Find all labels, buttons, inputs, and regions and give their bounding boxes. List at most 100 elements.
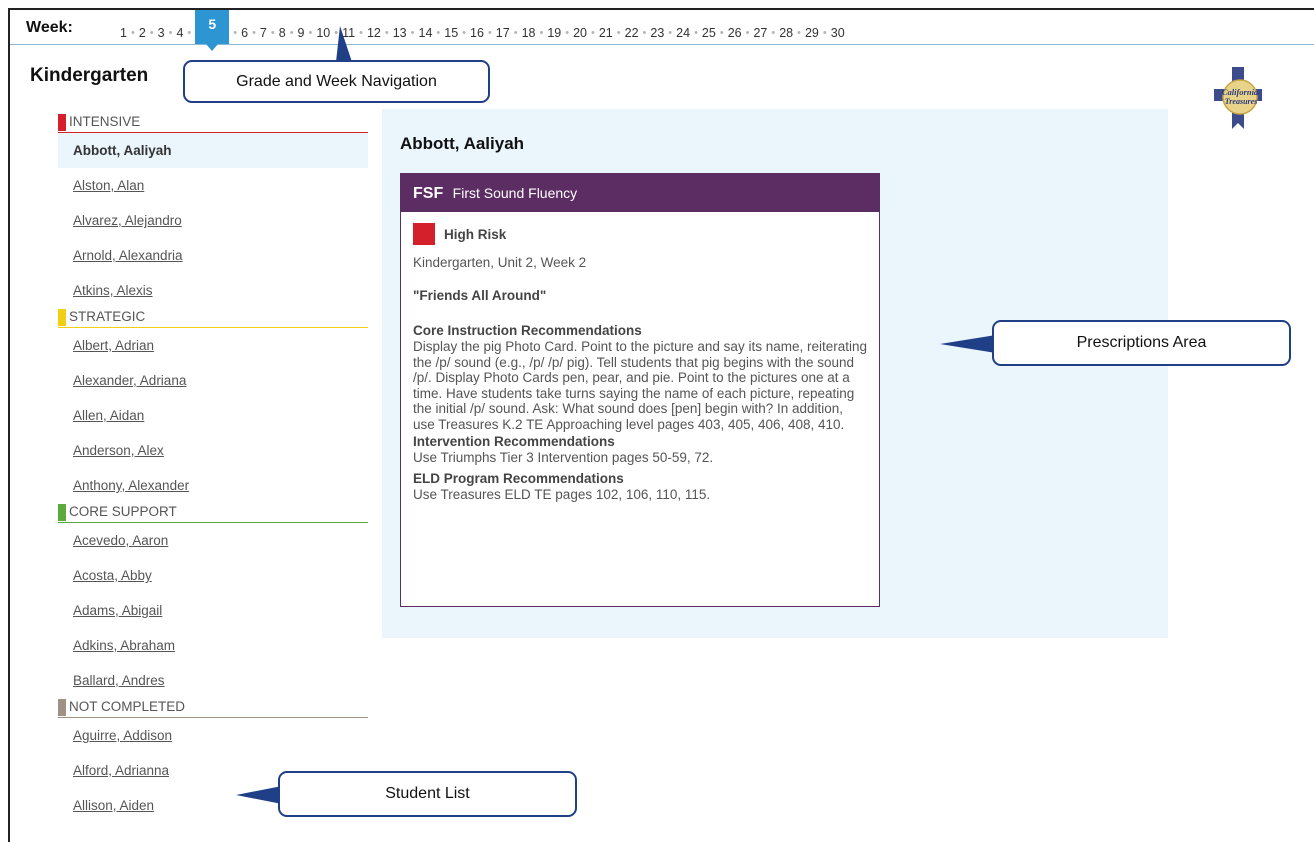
unit-week: Kindergarten, Unit 2, Week 2 <box>413 255 587 270</box>
week-list: 1 • 2 • 3 • 4 • 5 • 6 • 7 • 8 • 9 • 10 • 11 • 12 • 13 • 14 • 15 • 16 • 1… <box>120 10 845 51</box>
week-separator: • <box>187 26 192 39</box>
week-separator: • <box>513 26 518 39</box>
week-9[interactable]: 9 <box>298 26 305 40</box>
week-27[interactable]: 27 <box>753 26 767 40</box>
week-16[interactable]: 16 <box>470 26 484 40</box>
intervention-title: Intervention Recommendations <box>413 433 615 449</box>
group-rule <box>58 522 368 523</box>
student-list-item[interactable]: Ballard, Andres <box>58 663 368 698</box>
callout-student-list: Student List <box>278 771 577 817</box>
student-list-item[interactable]: Allen, Aidan <box>58 398 368 433</box>
week-25[interactable]: 25 <box>702 26 716 40</box>
week-19[interactable]: 19 <box>547 26 561 40</box>
student-list-item[interactable]: Alvarez, Alejandro <box>58 203 368 238</box>
risk-row: High Risk <box>413 223 867 245</box>
week-separator: • <box>130 26 135 39</box>
eld-title: ELD Program Recommendations <box>413 471 624 487</box>
student-list-item[interactable]: Aguirre, Addison <box>58 718 368 753</box>
student-list-item[interactable]: Arnold, Alexandria <box>58 238 368 273</box>
student-list-item[interactable]: Acevedo, Aaron <box>58 523 368 558</box>
week-separator: • <box>539 26 544 39</box>
week-separator: • <box>233 26 238 39</box>
prescription-card-header: FSF First Sound Fluency <box>401 174 879 212</box>
student-list: INTENSIVE Abbott, Aaliyah Alston, Alan Alva… <box>58 113 368 823</box>
student-list-item[interactable]: Adams, Abigail <box>58 593 368 628</box>
week-separator: • <box>270 26 275 39</box>
eld-text: Use Treasures ELD TE pages 102, 106, 110… <box>413 487 711 503</box>
group-color-swatch <box>58 114 66 131</box>
core-instruction-title: Core Instruction Recommendations <box>413 323 642 338</box>
student-list-item[interactable]: Alston, Alan <box>58 168 368 203</box>
week-separator: • <box>487 26 492 39</box>
week-22[interactable]: 22 <box>625 26 639 40</box>
week-23[interactable]: 23 <box>650 26 664 40</box>
week-14[interactable]: 14 <box>419 26 433 40</box>
group-color-swatch <box>58 504 66 521</box>
student-list-item[interactable]: Adkins, Abraham <box>58 628 368 663</box>
student-list-item[interactable]: Atkins, Alexis <box>58 273 368 308</box>
logo-line1: California <box>1222 87 1259 97</box>
week-5[interactable]: 5 <box>195 10 230 51</box>
week-separator: • <box>771 26 776 39</box>
story-title: "Friends All Around" <box>413 288 547 303</box>
week-1[interactable]: 1 <box>120 26 127 40</box>
student-list-item[interactable]: Anthony, Alexander <box>58 468 368 503</box>
week-separator: • <box>462 26 467 39</box>
week-separator: • <box>745 26 750 39</box>
week-21[interactable]: 21 <box>599 26 613 40</box>
student-list-item[interactable]: Abbott, Aaliyah <box>58 133 368 168</box>
student-list-item[interactable]: Anderson, Alex <box>58 433 368 468</box>
logo-line2: Treasures <box>1225 97 1258 106</box>
week-15[interactable]: 15 <box>444 26 458 40</box>
grade-title[interactable]: Kindergarten <box>30 65 148 87</box>
student-list-item[interactable]: Acosta, Abby <box>58 558 368 593</box>
group-label: INTENSIVE <box>69 114 141 129</box>
week-separator: • <box>149 26 154 39</box>
app-frame: Week: 1 • 2 • 3 • 4 • 5 • 6 • 7 • 8 • 9 • 10 • 11 • 12 • 13 • 14 • 1… <box>8 8 1314 842</box>
week-28[interactable]: 28 <box>779 26 793 40</box>
week-separator: • <box>168 26 173 39</box>
group-rule <box>58 327 368 328</box>
group-header-intensive: INTENSIVE <box>58 113 368 133</box>
week-6[interactable]: 6 <box>241 26 248 40</box>
risk-label: High Risk <box>444 226 507 242</box>
week-26[interactable]: 26 <box>728 26 742 40</box>
week-13[interactable]: 13 <box>393 26 407 40</box>
week-10[interactable]: 10 <box>316 26 330 40</box>
week-separator: • <box>822 26 827 39</box>
week-18[interactable]: 18 <box>522 26 536 40</box>
week-navigation: Week: 1 • 2 • 3 • 4 • 5 • 6 • 7 • 8 • 9 • 10 • 11 • 12 • 13 • 14 • 1… <box>10 10 1314 51</box>
week-separator: • <box>591 26 595 39</box>
week-17[interactable]: 17 <box>496 26 510 40</box>
group-label: CORE SUPPORT <box>69 504 177 519</box>
week-2[interactable]: 2 <box>139 26 146 40</box>
student-list-item[interactable]: Albert, Adrian <box>58 328 368 363</box>
week-30[interactable]: 30 <box>831 26 845 40</box>
callout-list-text: Student List <box>385 785 470 802</box>
week-24[interactable]: 24 <box>676 26 690 40</box>
week-label: Week: <box>26 19 73 36</box>
group-label: STRATEGIC <box>69 309 146 324</box>
group-rule <box>58 132 368 133</box>
prescriptions-area: Abbott, Aaliyah FSF First Sound Fluency … <box>382 109 1168 638</box>
week-4[interactable]: 4 <box>176 26 183 40</box>
week-separator: • <box>642 26 647 39</box>
week-separator: • <box>616 26 621 39</box>
callout-prescriptions-area: Prescriptions Area <box>992 320 1291 366</box>
week-29[interactable]: 29 <box>805 26 819 40</box>
week-20[interactable]: 20 <box>573 26 587 40</box>
week-3[interactable]: 3 <box>158 26 165 40</box>
week-7[interactable]: 7 <box>260 26 267 40</box>
week-12[interactable]: 12 <box>367 26 381 40</box>
risk-swatch <box>413 223 435 245</box>
week-separator: • <box>565 26 570 39</box>
group-rule <box>58 717 368 718</box>
core-instruction-text: Display the pig Photo Card. Point to the… <box>413 339 867 432</box>
week-8[interactable]: 8 <box>279 26 286 40</box>
student-list-item[interactable]: Alexander, Adriana <box>58 363 368 398</box>
week-separator: • <box>694 26 698 39</box>
week-separator: • <box>797 26 801 39</box>
week-separator: • <box>252 26 256 39</box>
callout-rx-text: Prescriptions Area <box>1076 334 1207 351</box>
california-treasures-logo: California Treasures <box>1214 67 1262 129</box>
